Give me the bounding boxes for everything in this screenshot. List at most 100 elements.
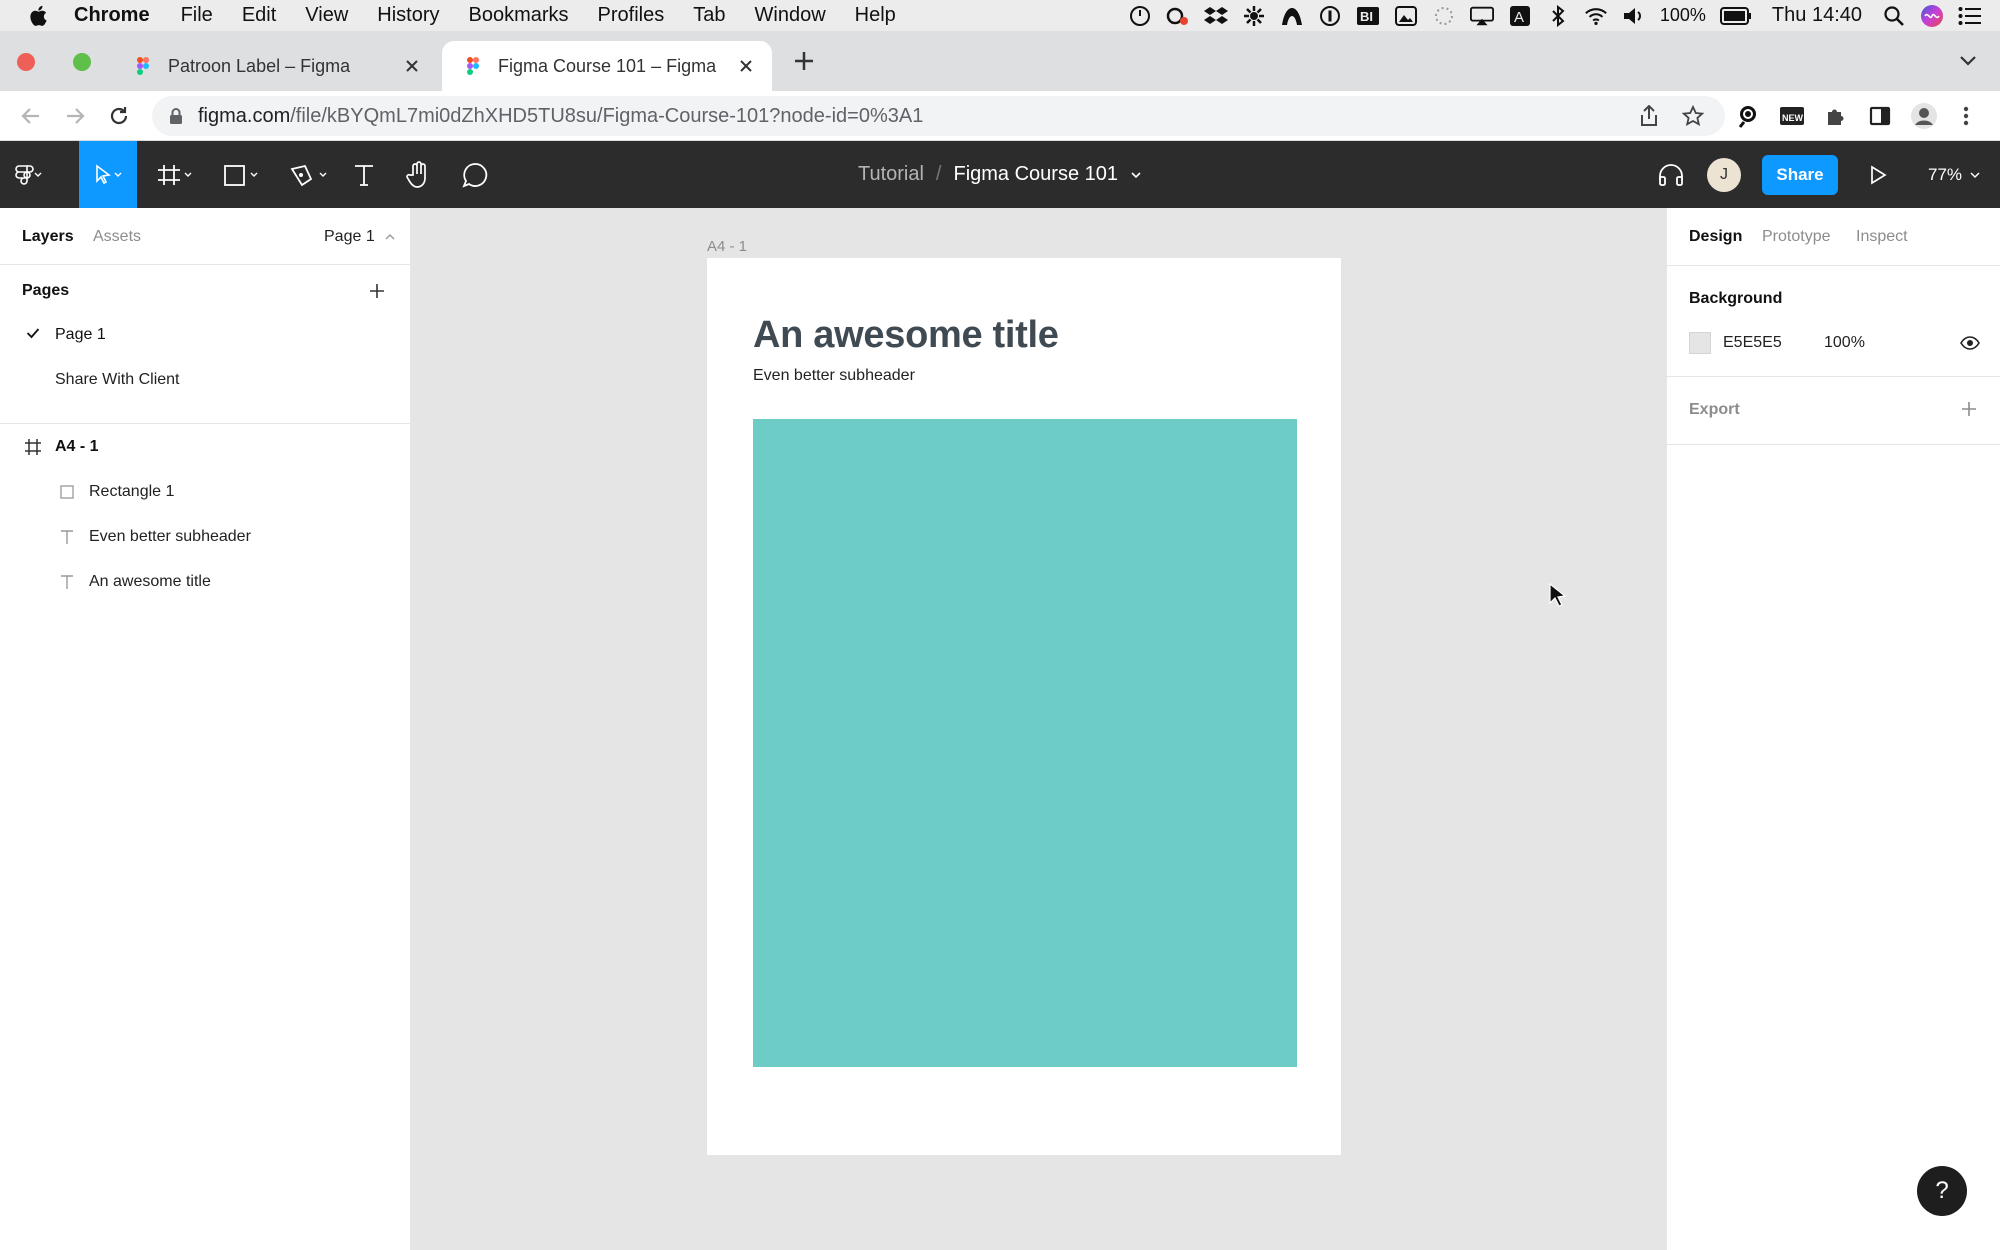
export-heading[interactable]: Export xyxy=(1689,401,1740,419)
tab-design[interactable]: Design xyxy=(1689,228,1742,246)
page-item-page-1[interactable]: Page 1 xyxy=(55,326,106,344)
back-arrow-icon[interactable] xyxy=(20,105,42,127)
profile-avatar-icon[interactable] xyxy=(1910,102,1938,130)
mouse-cursor-icon xyxy=(1549,583,1567,607)
share-button[interactable]: Share xyxy=(1762,155,1838,195)
menu-history[interactable]: History xyxy=(377,4,439,27)
tab-search-chevron-icon[interactable] xyxy=(1958,53,1978,69)
control-center-icon[interactable] xyxy=(1958,4,1982,28)
add-page-plus-icon[interactable] xyxy=(368,282,386,300)
browser-tab[interactable]: Patroon Label – Figma xyxy=(112,41,438,91)
apple-icon[interactable] xyxy=(26,3,52,29)
extensions-puzzle-icon[interactable] xyxy=(1824,104,1848,128)
window-close-button[interactable] xyxy=(17,53,35,71)
menu-profiles[interactable]: Profiles xyxy=(598,4,665,27)
background-divider xyxy=(1667,376,2000,377)
artboard-rectangle[interactable] xyxy=(753,419,1297,1067)
url-host: figma.com xyxy=(198,104,291,127)
add-export-plus-icon[interactable] xyxy=(1960,400,1978,418)
user-avatar[interactable]: J xyxy=(1707,158,1741,192)
extension-news-icon[interactable]: NEW xyxy=(1779,104,1805,128)
extension-search-icon[interactable] xyxy=(1736,104,1760,128)
background-hex-input[interactable]: E5E5E5 xyxy=(1723,334,1782,352)
close-tab-icon[interactable] xyxy=(402,56,422,76)
page-selector-label: Page 1 xyxy=(324,228,375,245)
page-item-share-with-client[interactable]: Share With Client xyxy=(55,371,180,389)
browser-tab-active[interactable]: Figma Course 101 – Figma xyxy=(442,41,772,91)
tab-assets[interactable]: Assets xyxy=(93,228,141,246)
keyboard-input-icon[interactable]: A xyxy=(1508,4,1532,28)
menu-window[interactable]: Window xyxy=(755,4,826,27)
headphones-icon xyxy=(1659,163,1683,186)
power-icon[interactable] xyxy=(1128,4,1152,28)
design-panel: Design Prototype Inspect Background E5E5… xyxy=(1666,208,2000,1250)
tab-inspect[interactable]: Inspect xyxy=(1856,228,1908,246)
chevron-down-icon[interactable] xyxy=(1130,170,1142,180)
share-page-icon[interactable] xyxy=(1638,105,1660,127)
page-selector[interactable]: Page 1 xyxy=(324,228,395,246)
chrome-menu-icon[interactable] xyxy=(1960,104,1972,128)
layer-frame-a4-1[interactable]: A4 - 1 xyxy=(55,438,99,456)
menu-file[interactable]: File xyxy=(181,4,213,27)
svg-text:NEW: NEW xyxy=(1782,113,1804,123)
menu-view[interactable]: View xyxy=(305,4,348,27)
layer-an-awesome-title[interactable]: An awesome title xyxy=(89,573,211,591)
frame-label[interactable]: A4 - 1 xyxy=(707,238,747,255)
reload-icon[interactable] xyxy=(108,105,130,127)
audio-headphones-button[interactable] xyxy=(1656,141,1686,208)
frame-hash-icon xyxy=(25,439,41,455)
dropbox-icon[interactable] xyxy=(1203,4,1228,28)
file-name[interactable]: Figma Course 101 xyxy=(953,163,1118,186)
new-tab-plus-icon[interactable] xyxy=(793,50,815,72)
side-panel-icon[interactable] xyxy=(1868,104,1892,128)
layer-even-better-subheader[interactable]: Even better subheader xyxy=(89,528,251,546)
arc-app-icon[interactable] xyxy=(1280,4,1304,28)
background-color-swatch[interactable] xyxy=(1689,332,1711,354)
avatar-initial: J xyxy=(1720,166,1728,183)
close-tab-icon[interactable] xyxy=(736,56,756,76)
svg-text:A: A xyxy=(1514,9,1524,26)
airplay-icon[interactable] xyxy=(1469,4,1494,28)
rectangle-layer-icon xyxy=(60,485,74,499)
spotlight-search-icon[interactable] xyxy=(1882,4,1906,28)
onepassword-icon[interactable] xyxy=(1318,4,1342,28)
menu-edit[interactable]: Edit xyxy=(242,4,276,27)
browser-tabstrip: Patroon Label – Figma Figma Course 101 –… xyxy=(0,31,2000,91)
artboard-title-text[interactable]: An awesome title xyxy=(753,314,1059,357)
background-opacity-input[interactable]: 100% xyxy=(1824,334,1865,352)
creative-cloud-icon[interactable] xyxy=(1166,4,1190,28)
menu-bookmarks[interactable]: Bookmarks xyxy=(469,4,569,27)
clock[interactable]: Thu 14:40 xyxy=(1772,4,1862,27)
tab-prototype[interactable]: Prototype xyxy=(1762,228,1830,246)
menubar-app-name[interactable]: Chrome xyxy=(74,4,150,27)
volume-icon[interactable] xyxy=(1622,4,1646,28)
lock-icon[interactable] xyxy=(168,107,184,125)
help-button[interactable]: ? xyxy=(1917,1166,1967,1216)
bluetooth-icon[interactable] xyxy=(1546,4,1570,28)
battery-icon[interactable] xyxy=(1719,4,1752,28)
zoom-level: 77% xyxy=(1927,164,1963,184)
chevron-down-icon xyxy=(1970,171,1980,178)
address-bar[interactable]: figma.com/file/kBYQmL7mi0dZhXHD5TU8su/Fi… xyxy=(152,96,1725,136)
artboard-frame[interactable]: An awesome title Even better subheader xyxy=(707,258,1341,1155)
project-name-link[interactable]: Tutorial xyxy=(858,163,924,186)
zoom-dropdown[interactable]: 77% xyxy=(1924,141,1984,208)
layer-rectangle-1[interactable]: Rectangle 1 xyxy=(89,483,174,501)
image-capture-icon[interactable] xyxy=(1394,4,1418,28)
artboard-subheader-text[interactable]: Even better subheader xyxy=(753,367,915,385)
url-path: /file/kBYQmL7mi0dZhXHD5TU8su/Figma-Cours… xyxy=(290,104,924,127)
wifi-icon[interactable] xyxy=(1584,4,1608,28)
visibility-eye-icon[interactable] xyxy=(1960,335,1980,351)
forward-arrow-icon[interactable] xyxy=(64,105,86,127)
tab-layers[interactable]: Layers xyxy=(22,228,74,246)
bi-icon[interactable]: BI xyxy=(1356,4,1380,28)
loading-icon[interactable] xyxy=(1432,4,1456,28)
gear-flower-icon[interactable] xyxy=(1242,4,1266,28)
figma-toolbar: Tutorial / Figma Course 101 J Share 77% xyxy=(0,141,2000,208)
window-zoom-button[interactable] xyxy=(73,53,91,71)
bookmark-star-icon[interactable] xyxy=(1682,105,1704,127)
present-button[interactable] xyxy=(1866,141,1890,208)
siri-icon[interactable] xyxy=(1920,4,1944,28)
menu-tab[interactable]: Tab xyxy=(693,4,725,27)
menu-help[interactable]: Help xyxy=(855,4,896,27)
